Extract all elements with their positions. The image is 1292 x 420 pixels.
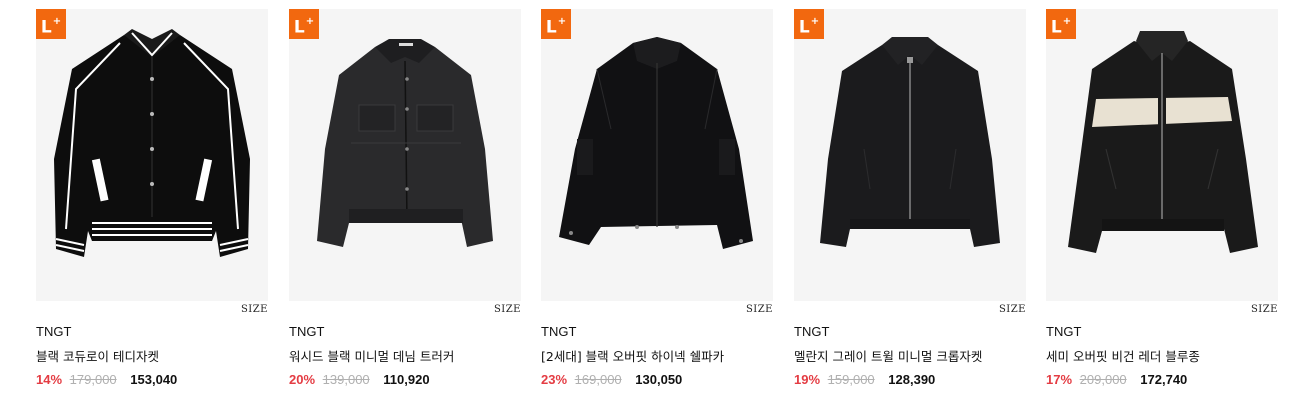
discount-rate: 17% <box>1046 372 1073 387</box>
product-card[interactable]: L+ SIZE TNGT 워시드 블랙 미니멀 데님 트러커 20% 139,0… <box>289 9 521 387</box>
size-label[interactable]: SIZE <box>494 304 521 315</box>
size-label[interactable]: SIZE <box>241 304 268 315</box>
brand-name[interactable]: TNGT <box>36 324 71 339</box>
crop-jacket-image <box>820 37 1000 247</box>
product-grid: L+ SIZE TNGT 블랙 코듀로이 테디자켓 14% 179,000 15… <box>0 0 1292 420</box>
product-name[interactable]: 블랙 코듀로이 테디자켓 <box>36 346 159 365</box>
product-image[interactable]: L+ <box>1046 9 1278 301</box>
brand-name[interactable]: TNGT <box>541 324 576 339</box>
brand-name[interactable]: TNGT <box>289 324 324 339</box>
sale-price: 110,920 <box>383 372 430 387</box>
denim-trucker-image <box>317 39 493 247</box>
lplus-badge-icon: L+ <box>289 9 319 39</box>
price-row: 23% 169,000 130,050 <box>541 372 682 387</box>
price-row: 14% 179,000 153,040 <box>36 372 177 387</box>
price-row: 19% 159,000 128,390 <box>794 372 935 387</box>
sale-price: 130,050 <box>635 372 683 387</box>
product-card[interactable]: L+ SIZE TNGT 멜란지 그레이 트윌 미니멀 크롭자켓 19% 159… <box>794 9 1026 387</box>
sale-price: 172,740 <box>1140 372 1188 387</box>
discount-rate: 19% <box>794 372 821 387</box>
product-card[interactable]: L+ SIZE TNGT 블랙 코듀로이 테디자켓 14% 179,000 15… <box>36 9 268 387</box>
product-image[interactable]: L+ <box>541 9 773 301</box>
original-price: 159,000 <box>827 372 875 387</box>
product-image[interactable]: L+ <box>794 9 1026 301</box>
original-price: 169,000 <box>574 372 622 387</box>
highneck-jacket-image <box>559 37 753 249</box>
size-label[interactable]: SIZE <box>1251 304 1278 315</box>
product-name[interactable]: 워시드 블랙 미니멀 데님 트러커 <box>289 346 454 365</box>
product-card[interactable]: L+ SIZE TNGT 세미 오버핏 비건 레더 블루종 17% 209,00… <box>1046 9 1278 387</box>
product-name[interactable]: 멜란지 그레이 트윌 미니멀 크롭자켓 <box>794 346 982 365</box>
lplus-badge-icon: L+ <box>794 9 824 39</box>
product-image[interactable]: L+ <box>289 9 521 301</box>
price-row: 20% 139,000 110,920 <box>289 372 430 387</box>
leather-blouson-image <box>1068 31 1258 253</box>
lplus-badge-icon: L+ <box>1046 9 1076 39</box>
size-label[interactable]: SIZE <box>999 304 1026 315</box>
lplus-badge-icon: L+ <box>36 9 66 39</box>
varsity-jacket-image <box>54 29 250 257</box>
original-price: 139,000 <box>322 372 370 387</box>
original-price: 209,000 <box>1079 372 1127 387</box>
price-row: 17% 209,000 172,740 <box>1046 372 1187 387</box>
product-name[interactable]: [2세대] 블랙 오버핏 하이넥 쉘파카 <box>541 346 724 365</box>
product-image[interactable]: L+ <box>36 9 268 301</box>
brand-name[interactable]: TNGT <box>1046 324 1081 339</box>
size-label[interactable]: SIZE <box>746 304 773 315</box>
discount-rate: 23% <box>541 372 568 387</box>
product-card[interactable]: L+ SIZE TNGT [2세대] 블랙 오버핏 하이넥 쉘파카 23% 16… <box>541 9 773 387</box>
brand-name[interactable]: TNGT <box>794 324 829 339</box>
original-price: 179,000 <box>69 372 117 387</box>
lplus-badge-icon: L+ <box>541 9 571 39</box>
product-name[interactable]: 세미 오버핏 비건 레더 블루종 <box>1046 346 1200 365</box>
discount-rate: 20% <box>289 372 316 387</box>
sale-price: 153,040 <box>130 372 178 387</box>
sale-price: 128,390 <box>888 372 936 387</box>
discount-rate: 14% <box>36 372 63 387</box>
